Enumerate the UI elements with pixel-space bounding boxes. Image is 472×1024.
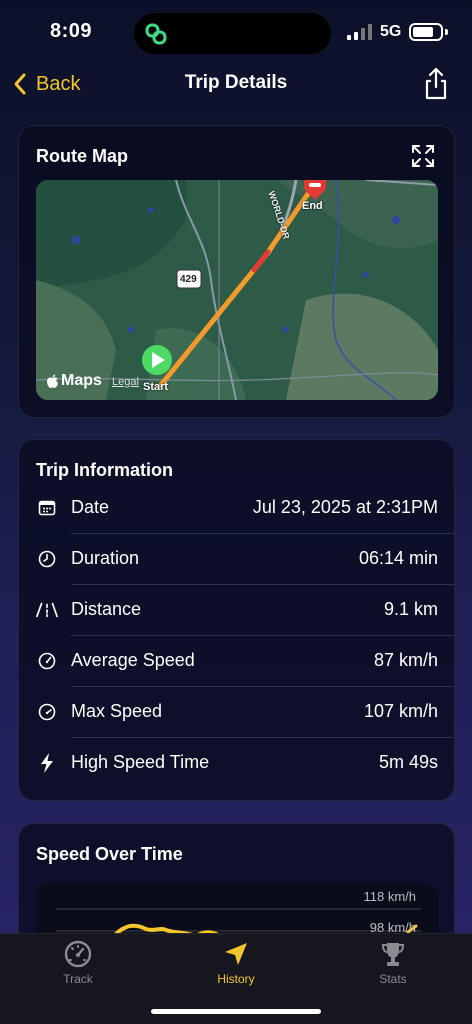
start-pin-icon	[142, 345, 172, 375]
info-value: Jul 23, 2025 at 2:31PM	[252, 497, 438, 517]
info-label: Average Speed	[71, 650, 195, 670]
legal-link[interactable]: Legal	[112, 376, 139, 388]
bolt-icon	[36, 752, 58, 774]
road-icon	[36, 599, 58, 621]
info-label: High Speed Time	[71, 752, 210, 772]
expand-icon[interactable]	[410, 143, 436, 169]
calendar-icon	[36, 497, 58, 519]
info-row-distance: Distance 9.1 km	[19, 584, 456, 635]
end-label: End	[302, 200, 323, 212]
map-terrain	[36, 180, 438, 400]
road-shield-label: 429	[180, 274, 197, 285]
info-value: 9.1 km	[383, 599, 438, 619]
trip-info-card: Trip Information Date Jul 23, 2025 at 2:…	[18, 439, 455, 801]
apple-icon	[47, 374, 58, 388]
battery-icon	[409, 23, 443, 41]
info-value: 5m 49s	[378, 752, 438, 772]
tab-label: Track	[63, 972, 93, 986]
info-row-max-speed: Max Speed 107 km/h	[19, 686, 456, 737]
location-arrow-icon	[225, 943, 247, 965]
link-icon	[145, 23, 167, 45]
share-icon[interactable]	[420, 66, 452, 102]
tab-label: Stats	[379, 972, 407, 986]
tab-track[interactable]: Track	[18, 940, 138, 992]
info-label: Max Speed	[71, 701, 163, 721]
info-value: 107 km/h	[363, 701, 438, 721]
apple-maps-logo: Maps	[46, 372, 102, 390]
clock-icon	[36, 548, 58, 570]
tab-stats[interactable]: Stats	[333, 940, 453, 992]
info-label: Distance	[71, 599, 142, 619]
info-row-date: Date Jul 23, 2025 at 2:31PM	[19, 482, 456, 533]
info-row-high-speed-time: High Speed Time 5m 49s	[19, 737, 456, 788]
tab-history[interactable]: History	[176, 940, 296, 992]
gauge-icon	[36, 650, 58, 672]
info-label: Date	[71, 497, 110, 517]
status-time: 8:09	[50, 20, 93, 42]
route-map[interactable]: 429 WORLD-DR End Start Maps Legal	[36, 180, 438, 400]
gauge-max-icon	[36, 701, 58, 723]
maps-attribution: Maps	[61, 372, 102, 389]
end-pin-icon	[304, 180, 326, 200]
start-label: Start	[143, 381, 169, 393]
route-map-card: Route Map 429 WORLD-DR End Start Maps Le…	[18, 125, 455, 418]
tick-label: 118 km/h	[363, 889, 416, 904]
network-label: 5G	[380, 23, 402, 40]
signal-icon	[347, 24, 372, 40]
status-bar: 8:09 5G	[0, 0, 472, 60]
trip-info-title: Trip Information	[36, 460, 173, 480]
battery-tip	[445, 29, 448, 35]
dynamic-island	[134, 13, 331, 54]
page-title: Trip Details	[184, 72, 288, 93]
home-indicator	[151, 1009, 321, 1014]
route-map-title: Route Map	[36, 146, 128, 166]
info-row-average-speed: Average Speed 87 km/h	[19, 635, 456, 686]
speedometer-icon	[64, 940, 92, 968]
speed-chart-title: Speed Over Time	[36, 844, 183, 864]
info-label: Duration	[71, 548, 140, 568]
info-value: 06:14 min	[358, 548, 438, 568]
tab-label: History	[217, 972, 255, 986]
info-row-duration: Duration 06:14 min	[19, 533, 456, 584]
trophy-icon	[381, 943, 405, 966]
info-value: 87 km/h	[373, 650, 438, 670]
